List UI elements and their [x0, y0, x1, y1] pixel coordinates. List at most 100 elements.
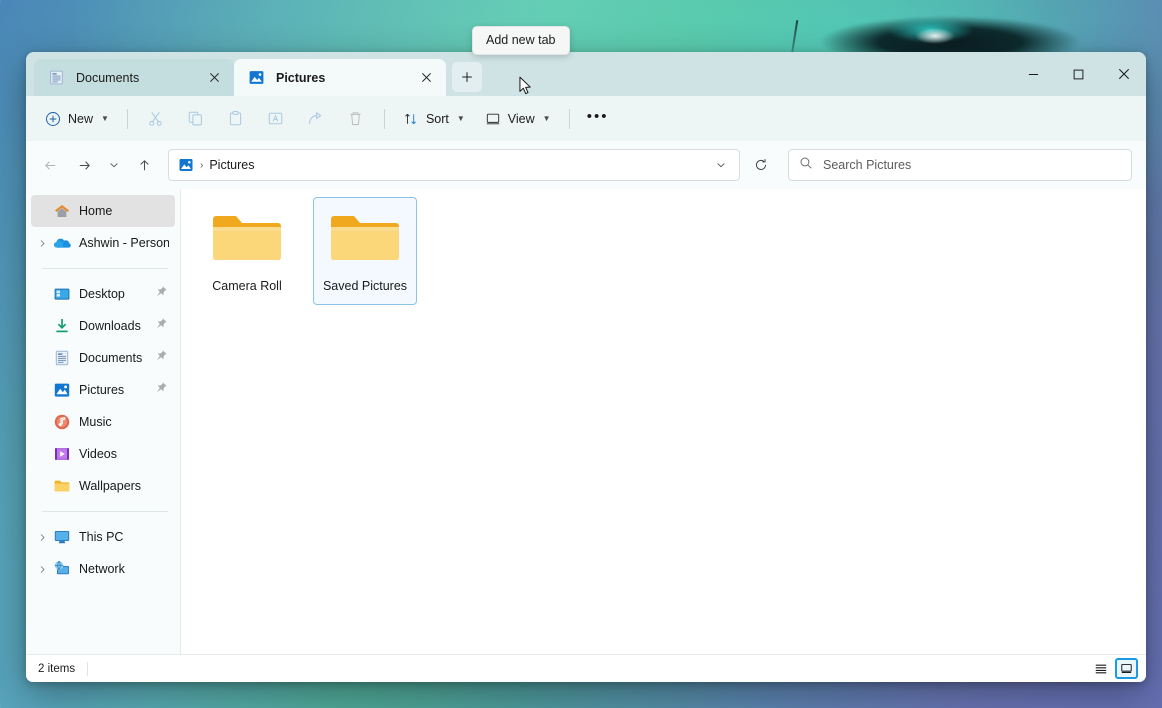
close-icon[interactable] — [415, 67, 437, 89]
large-icons-view-toggle[interactable] — [1115, 658, 1138, 679]
sidebar-item-this-pc[interactable]: This PC — [31, 521, 175, 553]
address-dropdown-button[interactable] — [709, 152, 733, 178]
plus-icon — [462, 72, 472, 82]
command-bar: New ▼ Sort ▼ View ▼ ••• — [26, 96, 1146, 141]
delete-icon — [350, 112, 362, 126]
share-button[interactable] — [297, 103, 335, 135]
more-options-button[interactable]: ••• — [579, 103, 617, 135]
sidebar-item-videos[interactable]: Videos — [31, 438, 175, 470]
folder-item-label: Camera Roll — [212, 279, 282, 293]
maximize-button[interactable] — [1056, 52, 1101, 96]
pin-icon[interactable] — [155, 381, 169, 399]
plus-circle-icon — [46, 111, 60, 126]
folder-icon — [327, 207, 403, 269]
back-button[interactable] — [34, 150, 66, 180]
sidebar-divider — [42, 511, 168, 512]
sidebar-item-onedrive[interactable]: Ashwin - Personal — [31, 227, 175, 259]
chevron-right-icon[interactable] — [31, 565, 53, 574]
file-list-area[interactable]: Camera Roll Saved Pictures — [181, 189, 1146, 654]
music-icon — [53, 413, 71, 431]
item-count-label: 2 items — [38, 661, 89, 676]
tab-label: Documents — [76, 70, 140, 85]
documents-icon — [53, 349, 71, 367]
address-bar[interactable]: › Pictures — [168, 149, 740, 181]
chevron-down-icon — [110, 163, 118, 168]
paste-button[interactable] — [217, 103, 255, 135]
sidebar-item-label: Music — [79, 415, 112, 429]
items-grid: Camera Roll Saved Pictures — [195, 197, 1146, 313]
sidebar-item-documents[interactable]: Documents — [31, 342, 175, 374]
folder-item-saved-pictures[interactable]: Saved Pictures — [313, 197, 417, 305]
close-button[interactable] — [1101, 52, 1146, 96]
rename-button[interactable] — [257, 103, 295, 135]
search-box[interactable] — [788, 149, 1132, 181]
pictures-icon — [53, 381, 71, 399]
view-toggle-group — [1089, 658, 1138, 679]
sort-button[interactable]: Sort ▼ — [394, 103, 474, 135]
pin-icon[interactable] — [155, 349, 169, 367]
toolbar-divider — [383, 108, 385, 129]
minimize-button[interactable] — [1011, 52, 1056, 96]
sidebar-item-desktop[interactable]: Desktop — [31, 278, 175, 310]
desktop-icon — [53, 285, 71, 303]
paste-icon — [230, 110, 242, 126]
folder-icon — [53, 477, 71, 495]
tab-documents[interactable]: Documents — [34, 59, 234, 96]
sidebar-item-wallpapers[interactable]: Wallpapers — [31, 470, 175, 502]
sidebar-item-network[interactable]: Network — [31, 553, 175, 585]
search-input[interactable] — [823, 158, 1121, 172]
wallpaper-highlight — [915, 28, 955, 44]
titlebar: Documents Pictures — [26, 52, 1146, 96]
close-icon — [1118, 68, 1129, 80]
close-icon[interactable] — [203, 67, 225, 89]
new-button[interactable]: New ▼ — [36, 103, 118, 135]
sidebar-item-music[interactable]: Music — [31, 406, 175, 438]
sidebar-item-label: Home — [79, 204, 113, 218]
navigation-pane[interactable]: Home Ashwin - Personal — [26, 189, 181, 654]
recent-locations-button[interactable] — [102, 150, 126, 180]
sidebar-divider — [42, 268, 168, 269]
sidebar-item-label: Videos — [79, 447, 117, 461]
downloads-icon — [53, 317, 71, 335]
chevron-right-icon[interactable] — [31, 239, 53, 248]
chevron-down-icon — [717, 163, 725, 168]
add-new-tab-button[interactable] — [452, 62, 482, 92]
minimize-icon — [1028, 73, 1039, 75]
tab-label: Pictures — [276, 70, 326, 85]
address-row: › Pictures — [26, 141, 1146, 189]
copy-button[interactable] — [177, 103, 215, 135]
sidebar-item-home[interactable]: Home — [31, 195, 175, 227]
delete-button[interactable] — [337, 103, 375, 135]
chevron-down-icon: ▼ — [542, 114, 551, 123]
rename-icon — [269, 112, 283, 125]
list-view-icon — [1095, 664, 1106, 673]
pin-icon[interactable] — [155, 317, 169, 335]
sidebar-item-pictures[interactable]: Pictures — [31, 374, 175, 406]
forward-button[interactable] — [68, 150, 100, 180]
folder-item-camera-roll[interactable]: Camera Roll — [195, 197, 299, 305]
list-view-toggle[interactable] — [1089, 658, 1112, 679]
breadcrumb-path[interactable]: Pictures — [209, 158, 703, 172]
cut-button[interactable] — [137, 103, 175, 135]
mouse-cursor — [519, 76, 534, 102]
tab-pictures[interactable]: Pictures — [234, 59, 446, 96]
up-button[interactable] — [128, 150, 160, 180]
chevron-right-icon[interactable] — [31, 533, 53, 542]
pin-icon[interactable] — [155, 285, 169, 303]
sidebar-item-label: Desktop — [79, 287, 125, 301]
refresh-button[interactable] — [746, 150, 776, 180]
arrow-up-icon — [139, 159, 149, 170]
sidebar-item-downloads[interactable]: Downloads — [31, 310, 175, 342]
view-button[interactable]: View ▼ — [476, 103, 560, 135]
chevron-down-icon: ▼ — [456, 114, 465, 123]
folder-icon — [209, 207, 285, 269]
toolbar-divider — [568, 108, 570, 129]
desktop-background: Add new tab Documents Pictures New ▼ Sor… — [0, 0, 1162, 708]
documents-icon — [48, 69, 65, 86]
home-icon — [53, 202, 71, 220]
view-icon — [486, 113, 500, 124]
network-icon — [53, 560, 71, 578]
onedrive-icon — [53, 234, 71, 252]
sidebar-item-label: This PC — [79, 530, 124, 544]
toolbar-divider — [126, 108, 128, 129]
